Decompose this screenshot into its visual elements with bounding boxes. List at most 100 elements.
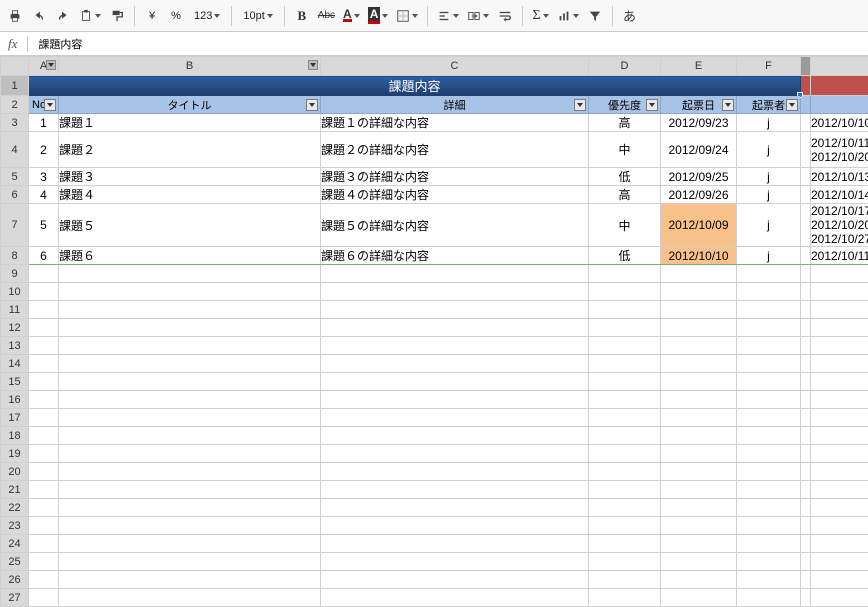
edge-cell[interactable]: 2012/10/10 [811, 114, 868, 132]
cell[interactable]: 2012/09/25 [661, 168, 737, 186]
row-header[interactable]: 24 [1, 535, 29, 553]
cell[interactable] [321, 517, 589, 535]
cell[interactable] [737, 355, 801, 373]
number-format-button[interactable]: 123 [189, 5, 225, 27]
cell[interactable] [59, 355, 321, 373]
cell[interactable]: 1 [29, 114, 59, 132]
cell[interactable]: 2012/10/10 [661, 247, 737, 265]
chart-button[interactable] [554, 5, 582, 27]
cell[interactable]: 5 [29, 204, 59, 247]
functions-button[interactable]: Σ [529, 5, 551, 27]
cell[interactable] [321, 427, 589, 445]
cell[interactable] [737, 427, 801, 445]
cell[interactable] [737, 481, 801, 499]
cell[interactable] [589, 265, 661, 283]
cell[interactable]: 2012/09/24 [661, 132, 737, 168]
cell[interactable] [737, 571, 801, 589]
cell[interactable] [811, 265, 868, 283]
cell[interactable] [29, 553, 59, 571]
cell[interactable] [661, 463, 737, 481]
cell[interactable] [737, 499, 801, 517]
row-header[interactable]: 20 [1, 463, 29, 481]
cell[interactable] [801, 319, 811, 337]
cell[interactable] [811, 463, 868, 481]
cell[interactable] [589, 445, 661, 463]
cell[interactable] [589, 517, 661, 535]
row-header[interactable]: 8 [1, 247, 29, 265]
row-header[interactable]: 26 [1, 571, 29, 589]
cell[interactable] [811, 517, 868, 535]
cell[interactable] [661, 535, 737, 553]
cell[interactable] [59, 337, 321, 355]
spreadsheet[interactable]: A B C D E F 1 課題内容 2 No タイトル 詳細 優先度 起 [0, 56, 868, 607]
cell[interactable] [589, 571, 661, 589]
cell[interactable] [801, 186, 811, 204]
row-header[interactable]: 9 [1, 265, 29, 283]
cell[interactable]: 課題５ [59, 204, 321, 247]
cell[interactable]: 低 [589, 168, 661, 186]
filter-dropdown-icon[interactable] [574, 99, 586, 111]
cell[interactable] [29, 301, 59, 319]
edge-cell[interactable]: 2012/10/14 [811, 186, 868, 204]
cell[interactable] [811, 409, 868, 427]
cell[interactable] [801, 247, 811, 265]
row-header[interactable]: 23 [1, 517, 29, 535]
cell[interactable] [59, 391, 321, 409]
cell[interactable] [737, 373, 801, 391]
fh-priority[interactable]: 優先度 [589, 96, 661, 114]
cell[interactable] [811, 391, 868, 409]
row-header[interactable]: 3 [1, 114, 29, 132]
cell[interactable] [59, 319, 321, 337]
row-header[interactable]: 16 [1, 391, 29, 409]
cell[interactable] [661, 409, 737, 427]
cell[interactable] [811, 355, 868, 373]
row-header-2[interactable]: 2 [1, 96, 29, 114]
cell[interactable]: 課題２の詳細な内容 [321, 132, 589, 168]
cell[interactable] [811, 481, 868, 499]
fh-created[interactable]: 起票日 [661, 96, 737, 114]
cell[interactable]: 高 [589, 114, 661, 132]
cell[interactable] [801, 265, 811, 283]
cell[interactable] [321, 409, 589, 427]
col-menu-B[interactable] [308, 60, 318, 70]
cell[interactable] [589, 355, 661, 373]
edge-cell[interactable] [801, 96, 811, 114]
cell[interactable] [737, 409, 801, 427]
cell[interactable] [59, 427, 321, 445]
cell[interactable] [737, 391, 801, 409]
cell[interactable]: 4 [29, 186, 59, 204]
col-header-edge[interactable] [811, 57, 868, 76]
edge-cell[interactable]: 2012/10/172012/10/202012/10/27 [811, 204, 868, 247]
col-header-E[interactable]: E [661, 57, 737, 76]
font-size-button[interactable]: 10pt [238, 5, 277, 27]
clipboard-button[interactable] [76, 5, 104, 27]
row-header[interactable]: 5 [1, 168, 29, 186]
cell[interactable]: 課題４の詳細な内容 [321, 186, 589, 204]
cell[interactable]: 高 [589, 186, 661, 204]
cell[interactable]: 中 [589, 204, 661, 247]
cell[interactable] [589, 319, 661, 337]
cell[interactable] [59, 517, 321, 535]
title-cell[interactable]: 課題内容 [29, 76, 801, 96]
edge-cell[interactable] [811, 76, 868, 96]
col-header-A[interactable]: A [29, 57, 59, 76]
filter-dropdown-icon[interactable] [722, 99, 734, 111]
cell[interactable] [589, 535, 661, 553]
cell[interactable] [29, 265, 59, 283]
cell[interactable]: 課題４ [59, 186, 321, 204]
cell[interactable]: 2012/09/23 [661, 114, 737, 132]
cell[interactable] [321, 373, 589, 391]
currency-button[interactable]: ¥ [141, 5, 163, 27]
cell[interactable]: 課題６ [59, 247, 321, 265]
cell[interactable] [59, 301, 321, 319]
cell[interactable] [321, 283, 589, 301]
cell[interactable] [811, 571, 868, 589]
fh-no[interactable]: No [29, 96, 59, 114]
cell[interactable] [321, 571, 589, 589]
cell[interactable] [321, 337, 589, 355]
row-header[interactable]: 14 [1, 355, 29, 373]
cell[interactable] [661, 553, 737, 571]
cell[interactable] [589, 553, 661, 571]
cell[interactable] [801, 204, 811, 247]
row-header[interactable]: 25 [1, 553, 29, 571]
